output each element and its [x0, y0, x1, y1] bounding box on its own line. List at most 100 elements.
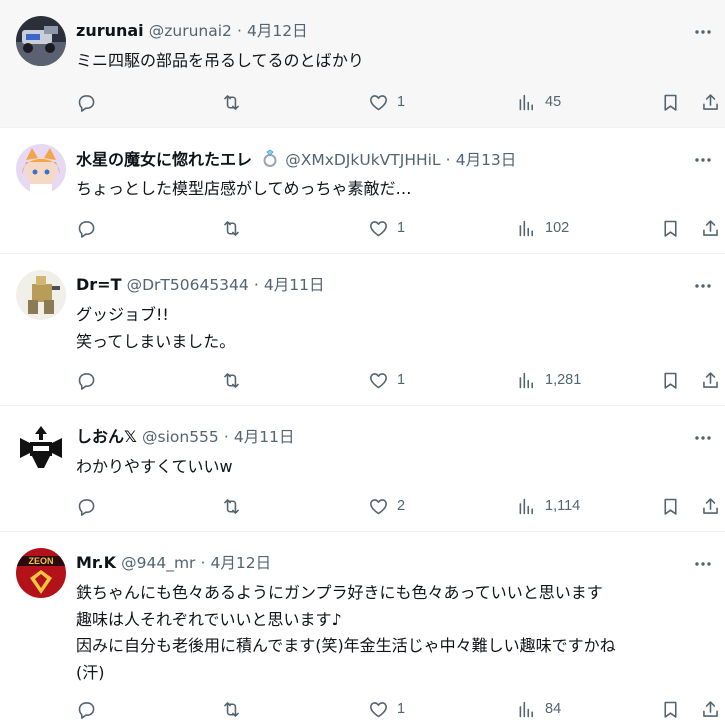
bookmark-icon	[664, 498, 677, 515]
tweet-date[interactable]: 4月11日	[264, 276, 325, 294]
heart-icon	[370, 498, 387, 514]
views-button[interactable]: 1,281	[516, 365, 581, 395]
analytics-icon	[519, 498, 533, 514]
retweet-button[interactable]	[221, 365, 250, 395]
tweet-header: 水星の魔女に惚れたエレ @XMxDJkUkVTJHHiL · 4月13日	[76, 148, 685, 170]
avatar[interactable]: ZEON	[16, 548, 66, 598]
share-button[interactable]	[700, 87, 721, 117]
tweet-text: 鉄ちゃんにも色々あるようにガンプラ好きにも色々あっていいと思います 趣味は人それ…	[76, 583, 616, 682]
display-name[interactable]: zurunai	[76, 21, 144, 40]
separator-dot: ·	[223, 428, 229, 446]
heart-icon	[370, 701, 387, 717]
user-handle[interactable]: @zurunai2	[149, 22, 232, 40]
user-handle[interactable]: @sion555	[142, 428, 219, 446]
user-handle[interactable]: @DrT50645344	[127, 276, 249, 294]
tweet-header: Dr=T @DrT50645344 · 4月11日	[76, 274, 685, 296]
action-bar: 1 45	[76, 87, 725, 117]
tweet-date[interactable]: 4月11日	[234, 428, 295, 446]
avatar[interactable]	[16, 144, 66, 194]
display-name[interactable]: Mr.K	[76, 553, 116, 572]
like-button[interactable]: 1	[368, 694, 405, 724]
more-options-button[interactable]	[685, 425, 721, 451]
views-button[interactable]: 1,114	[516, 491, 580, 521]
retweet-icon	[224, 498, 239, 514]
more-icon	[695, 562, 711, 566]
bookmark-button[interactable]	[660, 491, 681, 521]
tweet[interactable]: zurunai @zurunai2 · 4月12日 ミニ四駆の部品を吊るしてるの…	[0, 0, 725, 128]
reply-icon	[78, 701, 95, 719]
more-options-button[interactable]	[685, 19, 721, 45]
analytics-icon	[519, 701, 533, 717]
retweet-button[interactable]	[221, 694, 250, 724]
more-options-button[interactable]	[685, 147, 721, 173]
reply-icon	[78, 94, 95, 112]
display-name[interactable]: しおん𝕏	[76, 427, 137, 446]
display-name[interactable]: Dr=T	[76, 275, 122, 294]
like-button[interactable]: 1	[368, 87, 405, 117]
user-handle[interactable]: @XMxDJkUkVTJHHiL	[285, 151, 440, 169]
tweet-date[interactable]: 4月12日	[211, 554, 272, 572]
reply-button[interactable]	[76, 213, 105, 243]
user-handle[interactable]: @944_mr	[121, 554, 195, 572]
retweet-button[interactable]	[221, 213, 250, 243]
tweet-header: しおん𝕏 @sion555 · 4月11日	[76, 426, 685, 448]
like-count: 1	[397, 94, 406, 110]
reply-button[interactable]	[76, 694, 105, 724]
avatar[interactable]	[16, 422, 66, 472]
more-icon	[695, 158, 711, 162]
bookmark-button[interactable]	[660, 694, 681, 724]
reply-button[interactable]	[76, 87, 105, 117]
share-button[interactable]	[700, 365, 721, 395]
share-button[interactable]	[700, 694, 721, 724]
tweet-date[interactable]: 4月13日	[456, 151, 517, 169]
share-button[interactable]	[700, 491, 721, 521]
reply-icon	[78, 220, 95, 238]
reply-icon	[78, 372, 95, 390]
share-icon	[703, 497, 718, 514]
share-icon	[703, 371, 718, 388]
analytics-icon	[519, 220, 533, 236]
share-button[interactable]	[700, 213, 721, 243]
bookmark-icon	[664, 94, 677, 111]
tweet[interactable]: Dr=T @DrT50645344 · 4月11日 グッジョブ!! 笑ってしまい…	[0, 254, 725, 406]
avatar-logo-text: ZEON	[28, 556, 53, 566]
avatar[interactable]	[16, 270, 66, 320]
reply-button[interactable]	[76, 491, 105, 521]
tweet-text: ミニ四駆の部品を吊るしてるのとばかり	[76, 51, 364, 70]
bookmark-button[interactable]	[660, 365, 681, 395]
retweet-icon	[224, 372, 239, 388]
ring-icon	[260, 148, 280, 170]
bookmark-icon	[664, 372, 677, 389]
tweet[interactable]: ZEON Mr.K @944_mr · 4月12日 鉄ちゃんにも色々あるようにガ…	[0, 532, 725, 728]
retweet-button[interactable]	[221, 87, 250, 117]
more-options-button[interactable]	[685, 273, 721, 299]
heart-icon	[370, 372, 387, 388]
tweet[interactable]: しおん𝕏 @sion555 · 4月11日 わかりやすくていいw 2 1,114	[0, 406, 725, 532]
heart-icon	[370, 220, 387, 236]
view-count: 84	[545, 701, 562, 717]
action-bar: 1 1,281	[76, 365, 725, 395]
more-options-button[interactable]	[685, 551, 721, 577]
views-button[interactable]: 84	[516, 694, 561, 724]
like-button[interactable]: 1	[368, 213, 405, 243]
reply-button[interactable]	[76, 365, 105, 395]
view-count: 102	[545, 220, 570, 236]
like-count: 2	[397, 498, 406, 514]
more-icon	[695, 284, 711, 288]
retweet-button[interactable]	[221, 491, 250, 521]
tweet[interactable]: 水星の魔女に惚れたエレ @XMxDJkUkVTJHHiL · 4月13日 ちょっ…	[0, 128, 725, 254]
separator-dot: ·	[445, 151, 451, 169]
tweet-header: Mr.K @944_mr · 4月12日	[76, 552, 685, 574]
views-button[interactable]: 45	[516, 87, 561, 117]
reply-icon	[78, 498, 95, 516]
avatar[interactable]	[16, 16, 66, 66]
like-button[interactable]: 1	[368, 365, 405, 395]
bookmark-button[interactable]	[660, 87, 681, 117]
bookmark-button[interactable]	[660, 213, 681, 243]
like-button[interactable]: 2	[368, 491, 405, 521]
view-count: 45	[545, 94, 562, 110]
views-button[interactable]: 102	[516, 213, 569, 243]
display-name[interactable]: 水星の魔女に惚れたエレ	[76, 150, 252, 169]
share-icon	[703, 219, 718, 236]
tweet-date[interactable]: 4月12日	[247, 22, 308, 40]
